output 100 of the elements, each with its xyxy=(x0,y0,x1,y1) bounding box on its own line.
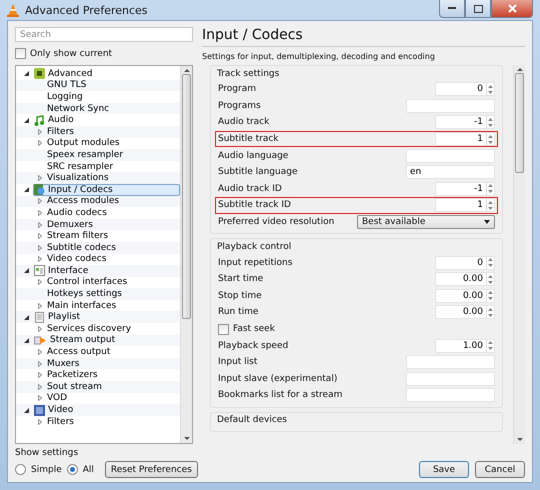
radio-button[interactable] xyxy=(66,464,78,475)
scrollbar[interactable] xyxy=(513,65,525,444)
collapsed-arrow-icon[interactable] xyxy=(38,279,42,286)
spin-value: 0.00 xyxy=(462,274,484,284)
collapsed-arrow-icon[interactable] xyxy=(38,128,42,135)
expanded-arrow-icon[interactable] xyxy=(24,338,29,343)
checkbox[interactable] xyxy=(218,324,229,335)
group-title: Playback control xyxy=(217,242,292,252)
setting-label: Run time xyxy=(218,307,258,318)
text-field[interactable] xyxy=(406,148,495,163)
spin-arrows-icon[interactable] xyxy=(486,199,494,212)
save-button[interactable]: Save xyxy=(419,461,469,478)
collapsed-arrow-icon[interactable] xyxy=(38,326,42,332)
spin-arrows-icon[interactable] xyxy=(486,256,494,269)
spin-arrows-icon[interactable] xyxy=(486,306,494,318)
collapsed-arrow-icon[interactable] xyxy=(38,360,42,367)
tree-item[interactable]: Output modules xyxy=(46,138,125,150)
scroll-down-icon[interactable] xyxy=(516,436,522,444)
tree-item[interactable]: GNU TLS xyxy=(46,80,92,92)
scrollbar[interactable] xyxy=(180,66,192,443)
tree-item[interactable]: Filters xyxy=(46,416,79,428)
setting-label: Stop time xyxy=(218,290,262,301)
maximize-icon xyxy=(474,4,482,12)
scroll-thumb[interactable] xyxy=(182,74,191,319)
collapsed-arrow-icon[interactable] xyxy=(38,395,42,402)
spin-field[interactable]: -1 xyxy=(435,115,495,130)
tree-item[interactable]: Audio codecs xyxy=(46,207,112,219)
text-field[interactable]: en xyxy=(406,165,495,180)
spin-field[interactable]: 1.00 xyxy=(435,338,495,353)
collapsed-arrow-icon[interactable] xyxy=(38,244,42,251)
collapsed-arrow-icon[interactable] xyxy=(38,175,42,182)
dropdown[interactable]: Best available xyxy=(357,215,495,230)
scroll-up-icon[interactable] xyxy=(184,66,190,74)
tree-item[interactable]: Video codecs xyxy=(46,254,112,266)
spin-field[interactable]: 1 xyxy=(435,132,495,146)
radio-button[interactable] xyxy=(15,464,26,475)
text-field[interactable] xyxy=(406,372,495,386)
collapsed-arrow-icon[interactable] xyxy=(38,198,42,204)
collapsed-arrow-icon[interactable] xyxy=(38,140,42,146)
tree-item[interactable]: Services discovery xyxy=(46,323,136,335)
radio-label: All xyxy=(82,464,94,474)
spin-field[interactable]: 0.00 xyxy=(435,272,495,286)
cancel-button[interactable]: Cancel xyxy=(475,461,525,478)
reset-preferences-button[interactable]: Reset Preferences xyxy=(104,461,198,478)
spin-field[interactable]: 0 xyxy=(435,82,495,96)
scroll-down-icon[interactable] xyxy=(184,435,190,443)
tree-item[interactable]: Speex resampler xyxy=(46,149,128,161)
collapsed-arrow-icon[interactable] xyxy=(38,210,42,216)
tree-item[interactable]: SRC resampler xyxy=(46,160,118,172)
text-field[interactable] xyxy=(406,98,495,113)
spin-field[interactable]: 0.00 xyxy=(435,305,495,320)
text-field[interactable] xyxy=(406,388,495,402)
spin-value: 0.00 xyxy=(462,290,484,301)
text-field[interactable] xyxy=(406,355,495,370)
collapsed-arrow-icon[interactable] xyxy=(38,372,42,378)
tree-item[interactable]: Main interfaces xyxy=(46,300,122,312)
collapsed-arrow-icon[interactable] xyxy=(38,349,42,356)
close-icon xyxy=(508,4,516,13)
tree-item[interactable]: Advanced xyxy=(33,68,98,80)
collapsed-arrow-icon[interactable] xyxy=(38,222,42,228)
spin-arrows-icon[interactable] xyxy=(486,340,494,352)
tree-item[interactable]: Packetizers xyxy=(46,369,103,382)
window-title: Advanced Preferences xyxy=(25,4,149,16)
expanded-arrow-icon[interactable] xyxy=(24,268,29,274)
expanded-arrow-icon[interactable] xyxy=(24,118,29,123)
expanded-arrow-icon[interactable] xyxy=(24,71,29,76)
tree-item[interactable]: Input / Codecs xyxy=(33,184,180,196)
expanded-arrow-icon[interactable] xyxy=(24,408,29,413)
spin-arrows-icon[interactable] xyxy=(486,133,494,146)
tree-item[interactable]: Logging xyxy=(46,91,88,103)
spin-field[interactable]: 0.00 xyxy=(435,288,495,303)
collapsed-arrow-icon[interactable] xyxy=(38,418,42,425)
tree-item[interactable]: Control interfaces xyxy=(46,276,132,288)
tree-item[interactable]: Audio xyxy=(33,114,79,126)
expanded-arrow-icon[interactable] xyxy=(24,314,29,320)
tree-item[interactable]: Stream filters xyxy=(46,230,114,242)
close-button[interactable] xyxy=(491,0,533,18)
spin-field[interactable]: -1 xyxy=(435,182,495,196)
spin-arrows-icon[interactable] xyxy=(486,83,494,96)
checkbox[interactable] xyxy=(15,48,26,59)
tree-item[interactable]: VOD xyxy=(46,392,72,404)
collapsed-arrow-icon[interactable] xyxy=(38,302,42,309)
minimize-button[interactable] xyxy=(439,0,465,18)
spin-field[interactable]: 0 xyxy=(435,256,495,270)
spin-arrows-icon[interactable] xyxy=(486,290,494,302)
search-field[interactable]: Search xyxy=(15,27,193,42)
spin-field[interactable]: 1 xyxy=(435,198,495,212)
tree-item[interactable]: Hotkeys settings xyxy=(46,288,127,300)
collapsed-arrow-icon[interactable] xyxy=(38,233,42,240)
expanded-arrow-icon[interactable] xyxy=(24,187,29,192)
spin-arrows-icon[interactable] xyxy=(486,116,494,128)
scroll-up-icon[interactable] xyxy=(516,65,522,73)
spin-arrows-icon[interactable] xyxy=(486,182,494,195)
collapsed-arrow-icon[interactable] xyxy=(38,256,42,262)
spin-arrows-icon[interactable] xyxy=(486,273,494,286)
maximize-button[interactable] xyxy=(465,0,491,18)
scroll-thumb[interactable] xyxy=(515,73,524,173)
tree-item[interactable]: Network Sync xyxy=(46,102,114,114)
tree-item[interactable]: Access output xyxy=(46,346,116,358)
collapsed-arrow-icon[interactable] xyxy=(38,384,42,390)
